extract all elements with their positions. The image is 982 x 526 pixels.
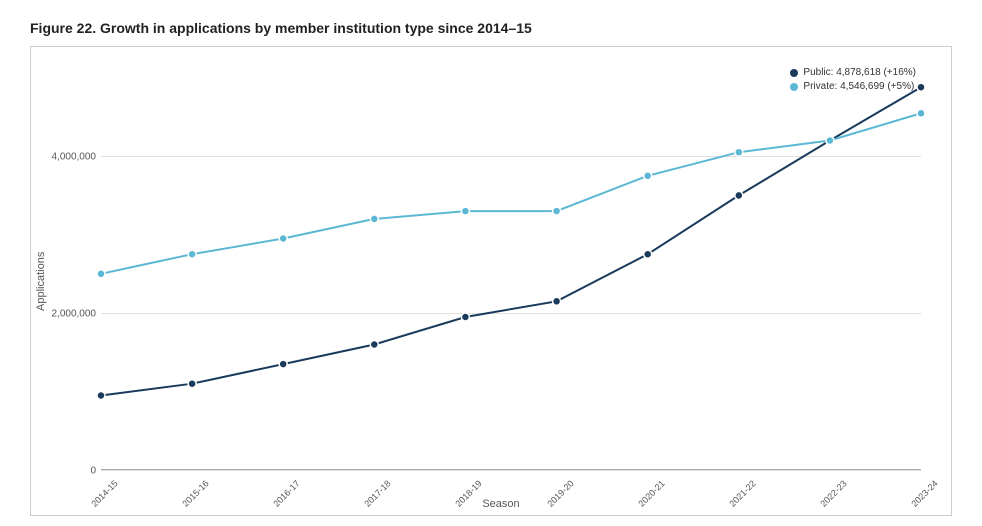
series-dot-private [917, 109, 925, 117]
legend-item: Private: 4,546,699 (+5%) [790, 81, 916, 92]
series-dot-private [735, 148, 743, 156]
chart-container: Applications 02,000,0004,000,000 2014-15… [30, 46, 952, 516]
series-dot-public [97, 392, 105, 400]
grid-and-plot: 02,000,0004,000,000 2014-152015-162016-1… [101, 62, 921, 470]
y-tick-label: 2,000,000 [52, 309, 102, 320]
legend-color-dot [790, 83, 798, 91]
series-dot-public [553, 297, 561, 305]
y-tick-label: 4,000,000 [52, 152, 102, 163]
series-dot-public [279, 360, 287, 368]
figure-title: Figure 22. Growth in applications by mem… [30, 20, 952, 36]
series-dot-private [97, 270, 105, 278]
series-dot-public [917, 83, 925, 91]
series-dot-public [461, 313, 469, 321]
series-dot-private [826, 137, 834, 145]
grid-line: 0 [101, 470, 921, 471]
legend-label: Private: 4,546,699 (+5%) [803, 81, 914, 92]
legend-color-dot [790, 69, 798, 77]
series-line-public [101, 87, 921, 395]
chart-svg [101, 62, 921, 470]
series-dot-public [188, 380, 196, 388]
legend-item: Public: 4,878,618 (+16%) [790, 67, 916, 78]
series-dot-public [735, 191, 743, 199]
series-line-private [101, 113, 921, 273]
series-dot-private [461, 207, 469, 215]
y-tick-label: 0 [90, 466, 101, 477]
legend: Public: 4,878,618 (+16%) Private: 4,546,6… [790, 67, 916, 95]
x-axis-label: Season [51, 498, 951, 510]
series-dot-private [553, 207, 561, 215]
y-axis-label: Applications [31, 47, 51, 515]
series-dot-public [644, 250, 652, 258]
series-dot-public [370, 341, 378, 349]
legend-label: Public: 4,878,618 (+16%) [803, 67, 916, 78]
series-dot-private [644, 172, 652, 180]
series-dot-private [279, 235, 287, 243]
series-dot-private [188, 250, 196, 258]
series-dot-private [370, 215, 378, 223]
chart-inner: 02,000,0004,000,000 2014-152015-162016-1… [51, 47, 951, 515]
